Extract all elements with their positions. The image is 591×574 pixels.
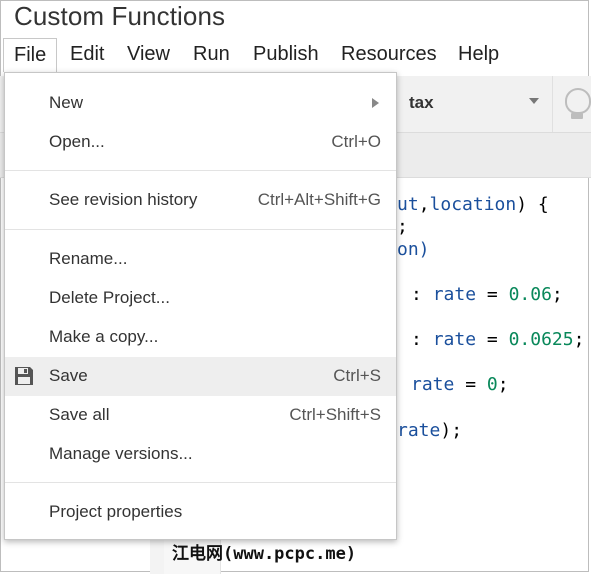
submenu-arrow-icon	[372, 98, 379, 108]
menu-item-label: See revision history	[49, 190, 198, 209]
file-menu-dropdown: New Open... Ctrl+O See revision history …	[4, 72, 397, 540]
menu-publish[interactable]: Publish	[243, 38, 329, 72]
code-line-7: rate);	[397, 420, 463, 441]
code-line-2: ;	[397, 216, 408, 237]
menu-separator	[5, 482, 396, 483]
menu-run[interactable]: Run	[183, 38, 240, 72]
menu-item-revision-history[interactable]: See revision history Ctrl+Alt+Shift+G	[5, 181, 396, 220]
project-title[interactable]: Custom Functions	[14, 1, 225, 32]
chevron-down-icon	[529, 98, 539, 104]
menu-item-label: Manage versions...	[49, 444, 193, 463]
code-line-3: on)	[397, 239, 430, 260]
menu-help[interactable]: Help	[448, 38, 509, 72]
menu-item-label: Make a copy...	[49, 327, 159, 346]
menu-item-label: Project properties	[49, 502, 183, 521]
menu-item-new[interactable]: New	[5, 84, 396, 123]
function-select-value: tax	[409, 93, 434, 112]
menu-item-label: Save	[49, 366, 88, 385]
menu-item-save-all[interactable]: Save all Ctrl+Shift+S	[5, 396, 396, 435]
menu-item-label: Rename...	[49, 249, 128, 268]
menu-item-shortcut: Ctrl+Shift+S	[289, 405, 381, 424]
menu-edit[interactable]: Edit	[60, 38, 114, 72]
code-line-6: rate = 0;	[411, 374, 509, 395]
menu-view[interactable]: View	[117, 38, 180, 72]
menu-item-shortcut: Ctrl+Alt+Shift+G	[257, 190, 381, 209]
menu-item-label: Open...	[49, 132, 105, 151]
lightbulb-base	[571, 113, 583, 119]
menubar: File Edit View Run Publish Resources Hel…	[0, 38, 591, 72]
code-line-1: ut,location) {	[397, 194, 549, 215]
watermark: 江电网(www.pcpc.me)	[172, 544, 357, 564]
menu-item-project-properties[interactable]: Project properties	[5, 493, 396, 532]
code-line-4: : rate = 0.06;	[411, 284, 563, 305]
menu-resources[interactable]: Resources	[331, 38, 447, 72]
menu-item-delete-project[interactable]: Delete Project...	[5, 279, 396, 318]
menu-item-shortcut: Ctrl+O	[331, 132, 381, 151]
floppy-disk-icon	[15, 367, 33, 385]
function-select[interactable]: tax	[396, 76, 553, 132]
menu-item-save[interactable]: Save Ctrl+S	[5, 357, 396, 396]
menu-item-make-copy[interactable]: Make a copy...	[5, 318, 396, 357]
menu-separator	[5, 170, 396, 171]
menu-item-label: Delete Project...	[49, 288, 170, 307]
menu-item-open[interactable]: Open... Ctrl+O	[5, 123, 396, 162]
code-line-5: : rate = 0.0625;	[411, 329, 585, 350]
menu-file[interactable]: File	[3, 38, 58, 72]
menu-item-shortcut: Ctrl+S	[333, 366, 381, 385]
menu-item-rename[interactable]: Rename...	[5, 240, 396, 279]
menu-item-label: Save all	[49, 405, 110, 424]
lightbulb-icon[interactable]	[565, 88, 591, 114]
menu-item-manage-versions[interactable]: Manage versions...	[5, 435, 396, 474]
menu-item-label: New	[49, 93, 84, 112]
menu-separator	[5, 229, 396, 230]
